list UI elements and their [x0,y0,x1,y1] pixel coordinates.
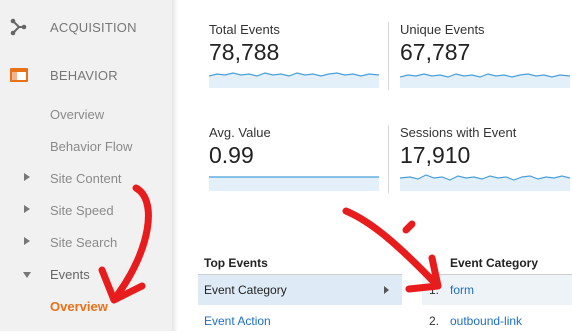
sidebar-item-label: Overview [50,107,105,122]
metric-label: Sessions with Event [400,125,517,140]
metric-value: 17,910 [400,142,471,168]
top-events-row-label: Event Category [204,283,287,297]
sidebar-section-acquisition[interactable]: ACQUISITION [0,9,172,45]
sidebar-shadow [172,0,178,331]
top-events-row-event-category[interactable]: Event Category [198,275,402,305]
sidebar-item-site-search[interactable]: Site Search [0,230,172,256]
sidebar-item-label: Site Search [50,235,118,250]
sparkline [209,176,379,191]
sidebar-item-behavior-flow[interactable]: Behavior Flow [0,134,172,160]
sidebar-item-site-content[interactable]: Site Content [0,166,172,192]
metric-value: 78,788 [209,39,280,65]
caret-right-icon [24,237,30,245]
sidebar-item-site-speed[interactable]: Site Speed [0,198,172,224]
acquisition-icon [9,17,29,37]
sparkline [209,72,379,88]
top-events-row-event-action[interactable]: Event Action [198,306,402,336]
sidebar-item-label: Site Content [50,171,122,186]
table-row: 1. form [422,275,572,305]
caret-right-icon [24,173,30,181]
sidebar-item-events-overview[interactable]: Overview [0,294,172,320]
sidebar-item-overview[interactable]: Overview [0,102,172,128]
sidebar-item-events[interactable]: Events [0,262,172,288]
metric-divider [388,22,389,90]
caret-right-icon [24,205,30,213]
metric-label: Unique Events [400,22,485,37]
top-events-header: Top Events [198,252,402,275]
metric-value: 0.99 [209,142,254,168]
event-category-header-label: Event Category [450,256,539,270]
sidebar-item-label: Overview [50,299,108,314]
metric-divider [388,125,389,193]
sidebar-item-label: Behavior Flow [50,139,133,154]
chevron-right-icon [384,286,389,294]
row-rank: 2. [429,314,440,328]
behavior-icon [9,65,29,85]
sidebar-item-label: Events [50,267,90,282]
sidebar-section-label: BEHAVIOR [50,67,118,83]
top-events-header-label: Top Events [204,256,268,270]
caret-down-icon [23,272,31,278]
sidebar-section-label: ACQUISITION [50,19,137,35]
sparkline [400,174,570,191]
event-category-header: Event Category [422,252,572,275]
table-row: 2. outbound-link [422,306,572,336]
sparkline [400,73,570,88]
metric-label: Avg. Value [209,125,271,140]
category-link[interactable]: form [450,283,474,297]
sidebar-section-behavior[interactable]: BEHAVIOR [0,57,172,93]
sidebar: ACQUISITION BEHAVIOR Overview Behavior F… [0,0,172,331]
metric-label: Total Events [209,22,280,37]
category-link[interactable]: outbound-link [450,314,522,328]
metric-value: 67,787 [400,39,471,65]
sidebar-item-label: Site Speed [50,203,114,218]
top-events-row-label[interactable]: Event Action [204,314,271,328]
row-rank: 1. [429,283,440,297]
